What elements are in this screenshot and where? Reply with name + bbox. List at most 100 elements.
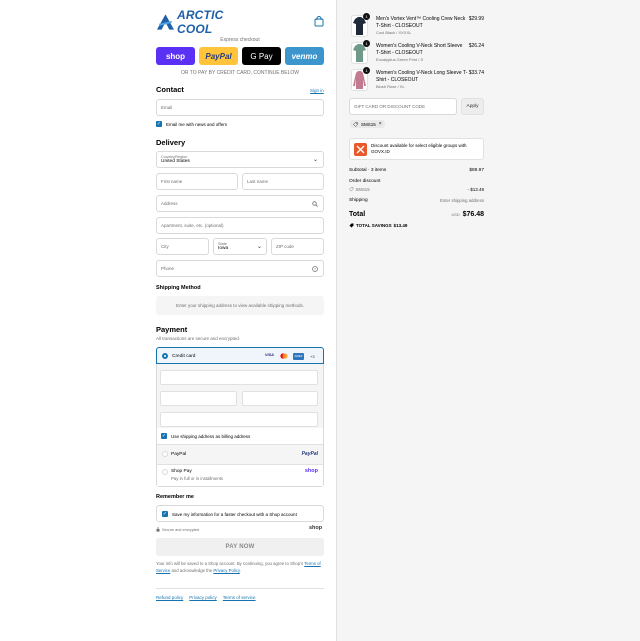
product-price: $29.99 — [468, 16, 484, 22]
apply-discount-button[interactable]: Apply — [461, 98, 484, 115]
zip-code-field[interactable]: ZIP code — [271, 238, 324, 255]
product-variant: Cool Black / XXXXL — [376, 30, 412, 35]
discount-value: - $13.49 — [467, 187, 484, 192]
privacy-policy-link[interactable]: Privacy policy — [189, 595, 217, 600]
last-name-field[interactable]: Last name — [242, 173, 324, 190]
pay-now-button[interactable]: PAY NOW — [156, 538, 324, 556]
city-field[interactable]: City — [156, 238, 209, 255]
shop-pay-option[interactable]: Shop Pay Pay in full or in installments … — [157, 464, 323, 486]
discount-code-row: SMS15 - $13.49 — [349, 187, 484, 192]
total-savings-row: TOTAL SAVINGS $13.49 — [349, 223, 407, 228]
arctic-cool-logo-icon — [156, 14, 175, 30]
paypal-option[interactable]: PayPal PayPal — [157, 444, 323, 464]
subtotal-label: Subtotal · 3 items — [349, 168, 387, 173]
order-discount-row: Order discount — [349, 179, 484, 184]
govx-logo-icon — [354, 143, 367, 156]
google-pay-express-button[interactable]: G Pay — [242, 47, 281, 65]
card-expiration-field[interactable] — [160, 391, 237, 406]
news-checkbox[interactable]: ✓ — [156, 121, 162, 127]
total-savings-label: TOTAL SAVINGS — [356, 223, 392, 228]
shop-pay-logo: shop — [304, 468, 318, 474]
shipping-method-heading: Shipping Method — [156, 285, 201, 291]
mastercard-icon — [280, 353, 288, 359]
credit-card-option[interactable]: Credit card VISA AMEX +3 — [156, 347, 324, 364]
quantity-badge: 1 — [363, 67, 370, 74]
govx-discount-banner[interactable]: Discount available for select eligible g… — [349, 138, 484, 160]
billing-same-row[interactable]: ✓ Use shipping address as billing addres… — [161, 433, 250, 439]
legal-text-middle: and acknowledge the — [171, 567, 213, 573]
product-thumbnail: 1 — [351, 13, 370, 37]
search-icon — [312, 201, 318, 207]
save-info-label: Save my information for a faster checkou… — [172, 511, 297, 517]
shipping-row: Shipping Enter shipping address — [349, 198, 484, 203]
paypal-logo: PayPal — [301, 450, 318, 457]
save-info-checkbox[interactable]: ✓ — [162, 511, 168, 517]
state-select[interactable]: State Iowa ⌄ — [213, 238, 267, 255]
paypal-radio[interactable] — [162, 451, 168, 457]
cart-item-info: Men's Vortex Vent™ Cooling Crew Neck T-S… — [376, 16, 468, 35]
cart-item-info: Women's Cooling V-Neck Short Sleeve T-Sh… — [376, 43, 468, 62]
news-checkbox-row[interactable]: ✓ Email me with news and offers — [156, 121, 227, 127]
govx-discount-text: Discount available for select eligible g… — [371, 143, 467, 154]
brand-name: ARCTIC COOL — [176, 8, 224, 36]
venmo-express-button[interactable]: venmo — [285, 47, 324, 65]
subtotal-row: Subtotal · 3 items $89.97 — [349, 168, 484, 173]
brand-logo[interactable]: ARCTIC COOL — [156, 8, 258, 36]
card-number-field[interactable] — [160, 370, 318, 385]
remember-me-heading: Remember me — [156, 494, 194, 500]
billing-same-checkbox[interactable]: ✓ — [161, 433, 167, 439]
shop-legal-text: Your info will be saved to a Shop accoun… — [156, 561, 324, 574]
discount-code-input[interactable]: GIFT CARD OR DISCOUNT CODE — [349, 98, 457, 115]
country-select[interactable]: Country/Region United States ⌄ — [156, 151, 324, 168]
cart-item-info: Women's Cooling V-Neck Long Sleeve T-Shi… — [376, 70, 468, 89]
product-name: Women's Cooling V-Neck Long Sleeve T-Shi… — [376, 70, 468, 83]
lock-icon — [156, 527, 160, 532]
legal-text-end: . — [239, 567, 241, 573]
address-placeholder: Address — [161, 201, 178, 206]
shop-pay-radio[interactable] — [162, 469, 168, 475]
product-price: $33.74 — [468, 70, 484, 76]
visa-icon: VISA — [265, 353, 274, 357]
shop-privacy-link[interactable]: Privacy Policy — [213, 568, 239, 573]
pay-divider-text: OR TO PAY BY CREDIT CARD, CONTINUE BELOW — [181, 70, 299, 76]
first-name-field[interactable]: First name — [156, 173, 238, 190]
billing-same-label: Use shipping address as billing address — [171, 433, 251, 439]
remember-me-box: ✓ Save my information for a faster check… — [156, 505, 324, 522]
amex-icon: AMEX — [293, 352, 304, 360]
total-savings-value: $13.49 — [393, 223, 408, 228]
payment-heading: Payment — [156, 325, 188, 334]
address-field[interactable]: Address — [156, 195, 324, 212]
refund-policy-link[interactable]: Refund policy — [156, 595, 183, 600]
paypal-label: PayPal — [171, 451, 187, 457]
payment-subtitle: All transactions are secure and encrypte… — [156, 336, 241, 341]
remove-discount-icon[interactable]: × — [379, 121, 382, 127]
quantity-badge: 1 — [363, 40, 370, 47]
tag-icon — [349, 187, 354, 192]
card-security-code-field[interactable] — [242, 391, 318, 406]
credit-card-radio[interactable] — [162, 353, 168, 359]
more-cards-badge: +3 — [310, 353, 315, 359]
phone-field[interactable]: Phone ? — [156, 260, 324, 277]
name-on-card-field[interactable] — [160, 412, 318, 427]
paypal-express-button[interactable]: PayPal — [199, 47, 238, 65]
discount-code-cell: SMS15 — [349, 187, 370, 192]
sign-in-link[interactable]: Sign in — [310, 88, 324, 93]
savings-tag-icon — [349, 223, 354, 228]
apartment-field[interactable]: Apartment, suite, etc. (optional) — [156, 217, 324, 234]
tag-icon — [353, 121, 358, 127]
order-discount-label: Order discount — [349, 179, 381, 184]
product-variant: Blush Rose / XL — [376, 84, 405, 89]
contact-heading: Contact — [156, 85, 184, 94]
help-icon[interactable]: ? — [312, 266, 318, 272]
shop-pay-express-button[interactable]: shop — [156, 47, 195, 65]
credit-card-label: Credit card — [172, 353, 196, 359]
email-field[interactable]: Email — [156, 99, 324, 116]
express-checkout-title: Express checkout — [220, 37, 260, 43]
news-checkbox-label: Email me with news and offers — [166, 121, 227, 127]
save-info-row[interactable]: ✓ Save my information for a faster check… — [162, 511, 297, 517]
phone-placeholder: Phone — [161, 266, 175, 271]
product-thumbnail: 1 — [351, 67, 370, 91]
shopping-bag-icon[interactable] — [314, 16, 324, 27]
terms-of-service-link[interactable]: Terms of service — [223, 595, 256, 600]
applied-discount-tag: SMS15 × — [350, 120, 385, 128]
